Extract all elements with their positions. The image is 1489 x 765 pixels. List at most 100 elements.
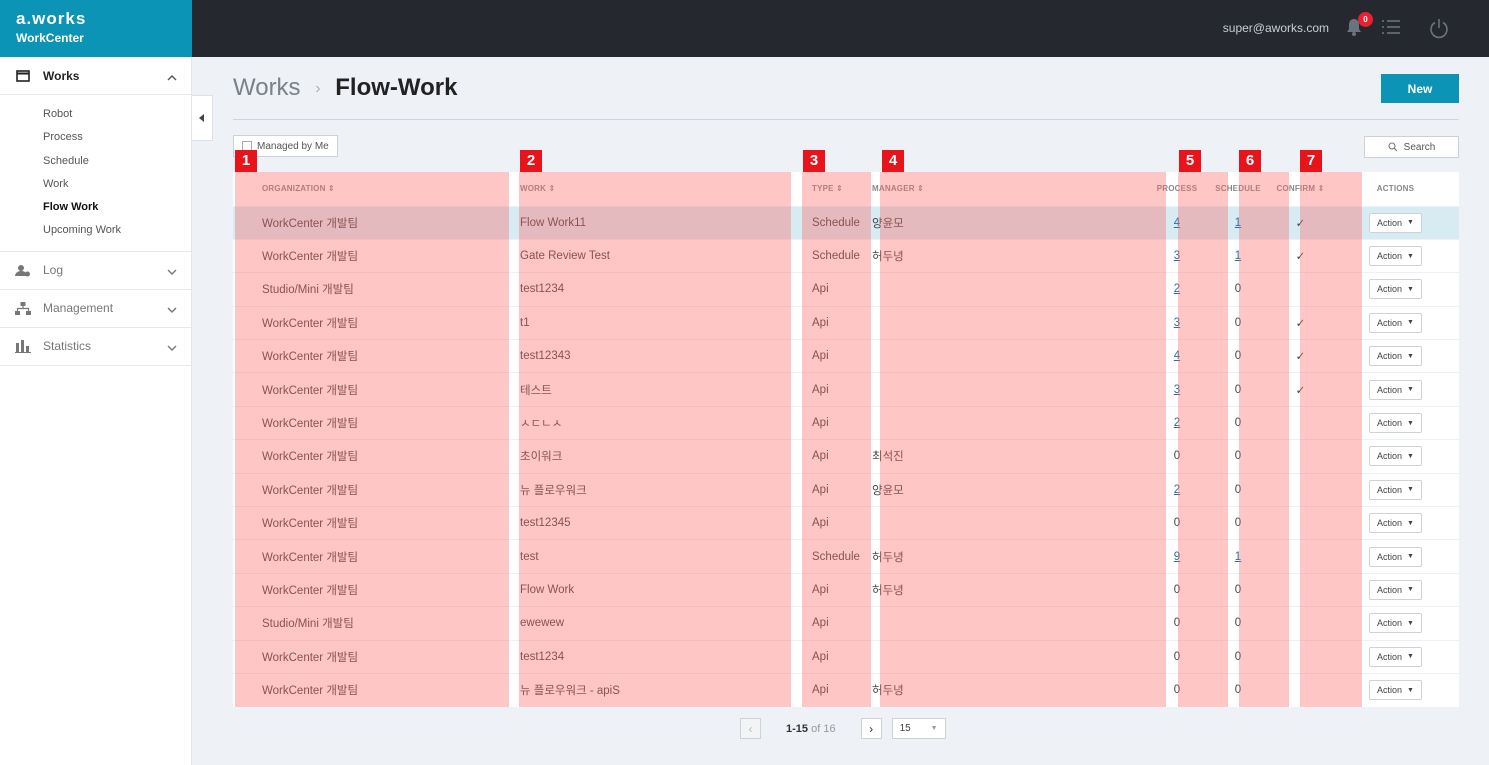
action-dropdown-button[interactable]: Action ▼ (1369, 212, 1422, 233)
table-row[interactable]: Studio/Mini 개발팀 test1234 Api 2 0 Action ▼ (233, 272, 1459, 307)
action-dropdown-button[interactable]: Action ▼ (1369, 413, 1422, 434)
cell-process-link[interactable]: 4 (1174, 350, 1180, 362)
brand-block[interactable]: a.works WorkCenter (0, 0, 192, 57)
action-dropdown-button[interactable]: Action ▼ (1369, 513, 1422, 534)
action-dropdown-button[interactable]: Action ▼ (1369, 246, 1422, 267)
action-dropdown-button[interactable]: Action ▼ (1369, 312, 1422, 333)
cell-process-link[interactable]: 3 (1174, 317, 1180, 329)
table-header-row: ORGANIZATION ⇕ WORK ⇕ TYPE ⇕ MANAGER ⇕ P… (233, 172, 1459, 206)
cell-actions: Action ▼ (1332, 506, 1459, 540)
action-label: Action (1377, 284, 1403, 295)
table-row[interactable]: WorkCenter 개발팀 test12345 Api 0 0 Action ▼ (233, 506, 1459, 540)
power-icon[interactable] (1429, 17, 1449, 42)
action-dropdown-button[interactable]: Action ▼ (1369, 379, 1422, 400)
cell-work: t1 (509, 305, 796, 340)
caret-down-icon: ▼ (1407, 219, 1414, 227)
sidebar-section-log[interactable]: Log (0, 252, 191, 290)
sidebar-item-schedule[interactable]: Schedule (0, 150, 191, 173)
cell-process: 3 (1147, 305, 1207, 340)
caret-down-icon: ▼ (1407, 519, 1414, 527)
cell-manager (864, 305, 1147, 340)
table-row[interactable]: WorkCenter 개발팀 Gate Review Test Schedule 허두… (233, 238, 1459, 273)
table-row[interactable]: WorkCenter 개발팀 test12343 Api 4 0 ✓ Action ▼ (233, 339, 1459, 373)
cell-process-link[interactable]: 3 (1174, 384, 1180, 396)
cell-process: 4 (1147, 205, 1207, 240)
breadcrumb-parent[interactable]: Works (233, 74, 301, 101)
page-size-select[interactable]: 15 ▼ (891, 718, 946, 739)
cell-confirm (1269, 472, 1332, 507)
works-submenu: Robot Process Schedule Work Flow Work Up… (0, 95, 191, 252)
sidebar-item-process[interactable]: Process (0, 126, 191, 149)
new-button[interactable]: New (1381, 74, 1459, 103)
prev-page-button[interactable]: ‹ (740, 718, 761, 739)
marker-1: 1 (235, 150, 257, 172)
action-dropdown-button[interactable]: Action ▼ (1369, 579, 1422, 600)
table-row[interactable]: WorkCenter 개발팀 뉴 플로우워크 - apiS Api 허두녕 0 0 Acti… (233, 672, 1459, 707)
cell-process-link[interactable]: 2 (1174, 283, 1180, 295)
sidebar-item-upcoming-work[interactable]: Upcoming Work (0, 219, 191, 242)
table-row[interactable]: WorkCenter 개발팀 뉴 플로우워크 Api 양윤모 2 0 Action ▼ (233, 472, 1459, 507)
table-row[interactable]: Studio/Mini 개발팀 ewewew Api 0 0 Action ▼ (233, 606, 1459, 641)
pagination: ‹ 1-15 of 16 › 15 ▼ (740, 718, 946, 739)
cell-schedule: 1 (1207, 205, 1269, 240)
sidebar-section-management[interactable]: Management (0, 290, 191, 328)
cell-confirm (1269, 506, 1332, 540)
table-row[interactable]: WorkCenter 개발팀 테스트 Api 3 0 ✓ Action ▼ (233, 372, 1459, 407)
sidebar-collapse-button[interactable] (192, 95, 213, 141)
cell-process-link[interactable]: 3 (1174, 250, 1180, 262)
col-header-type[interactable]: TYPE ⇕ (796, 172, 864, 206)
cell-type: Api (796, 572, 864, 607)
col-header-work[interactable]: WORK ⇕ (509, 172, 796, 206)
sidebar-item-work[interactable]: Work (0, 173, 191, 196)
col-header-manager[interactable]: MANAGER ⇕ (864, 172, 1147, 206)
chevron-down-icon (167, 265, 177, 279)
table-row[interactable]: WorkCenter 개발팀 test1234 Api 0 0 Action ▼ (233, 639, 1459, 674)
cell-schedule: 1 (1207, 238, 1269, 273)
action-label: Action (1377, 484, 1403, 495)
action-dropdown-button[interactable]: Action ▼ (1369, 479, 1422, 500)
action-dropdown-button[interactable]: Action ▼ (1369, 279, 1422, 300)
cell-confirm (1269, 606, 1332, 641)
action-dropdown-button[interactable]: Action ▼ (1369, 680, 1422, 701)
cell-type: Api (796, 439, 864, 474)
cell-process-link[interactable]: 9 (1174, 551, 1180, 563)
next-page-button[interactable]: › (860, 718, 882, 739)
action-dropdown-button[interactable]: Action ▼ (1369, 346, 1422, 367)
action-dropdown-button[interactable]: Action ▼ (1369, 613, 1422, 634)
cell-process-link[interactable]: 2 (1174, 417, 1180, 429)
cell-schedule-link[interactable]: 1 (1235, 551, 1241, 563)
sidebar-item-robot[interactable]: Robot (0, 103, 191, 126)
cell-schedule-link[interactable]: 1 (1235, 217, 1241, 229)
table-row[interactable]: WorkCenter 개발팀 Flow Work11 Schedule 양윤모 4 1 ✓ A… (233, 205, 1459, 240)
cell-type: Api (796, 472, 864, 507)
cell-process-link[interactable]: 4 (1174, 217, 1180, 229)
table-row[interactable]: WorkCenter 개발팀 초이워크 Api 최석진 0 0 Action ▼ (233, 439, 1459, 474)
cell-process: 0 (1147, 572, 1207, 607)
cell-actions: Action ▼ (1332, 405, 1459, 440)
col-header-confirm[interactable]: CONFIRM ⇕ (1269, 172, 1332, 206)
action-dropdown-button[interactable]: Action ▼ (1369, 446, 1422, 467)
cell-type: Schedule (796, 205, 864, 240)
action-label: Action (1377, 584, 1403, 595)
sidebar-section-works[interactable]: Works (0, 57, 191, 95)
table-row[interactable]: WorkCenter 개발팀 test Schedule 허두녕 9 1 Action ▼ (233, 539, 1459, 574)
table-row[interactable]: WorkCenter 개발팀 Flow Work Api 허두녕 0 0 Action ▼ (233, 572, 1459, 607)
table-row[interactable]: WorkCenter 개발팀 ㅅㄷㄴㅅ Api 2 0 Action ▼ (233, 405, 1459, 440)
action-dropdown-button[interactable]: Action ▼ (1369, 646, 1422, 667)
action-dropdown-button[interactable]: Action ▼ (1369, 546, 1422, 567)
table-row[interactable]: WorkCenter 개발팀 t1 Api 3 0 ✓ Action ▼ (233, 305, 1459, 340)
search-button[interactable]: Search (1364, 136, 1459, 158)
search-label: Search (1403, 141, 1436, 153)
sidebar-item-flow-work[interactable]: Flow Work (0, 196, 191, 219)
col-header-organization[interactable]: ORGANIZATION ⇕ (233, 172, 509, 206)
cell-actions: Action ▼ (1332, 606, 1459, 641)
user-email[interactable]: super@aworks.com (1223, 21, 1329, 35)
cell-organization: WorkCenter 개발팀 (233, 238, 509, 273)
cell-type: Api (796, 639, 864, 674)
sidebar-section-statistics[interactable]: Statistics (0, 328, 191, 366)
cell-process-link[interactable]: 2 (1174, 484, 1180, 496)
caret-down-icon: ▼ (1407, 486, 1414, 494)
cell-actions: Action ▼ (1332, 238, 1459, 273)
list-icon[interactable] (1381, 18, 1401, 39)
cell-schedule-link[interactable]: 1 (1235, 250, 1241, 262)
